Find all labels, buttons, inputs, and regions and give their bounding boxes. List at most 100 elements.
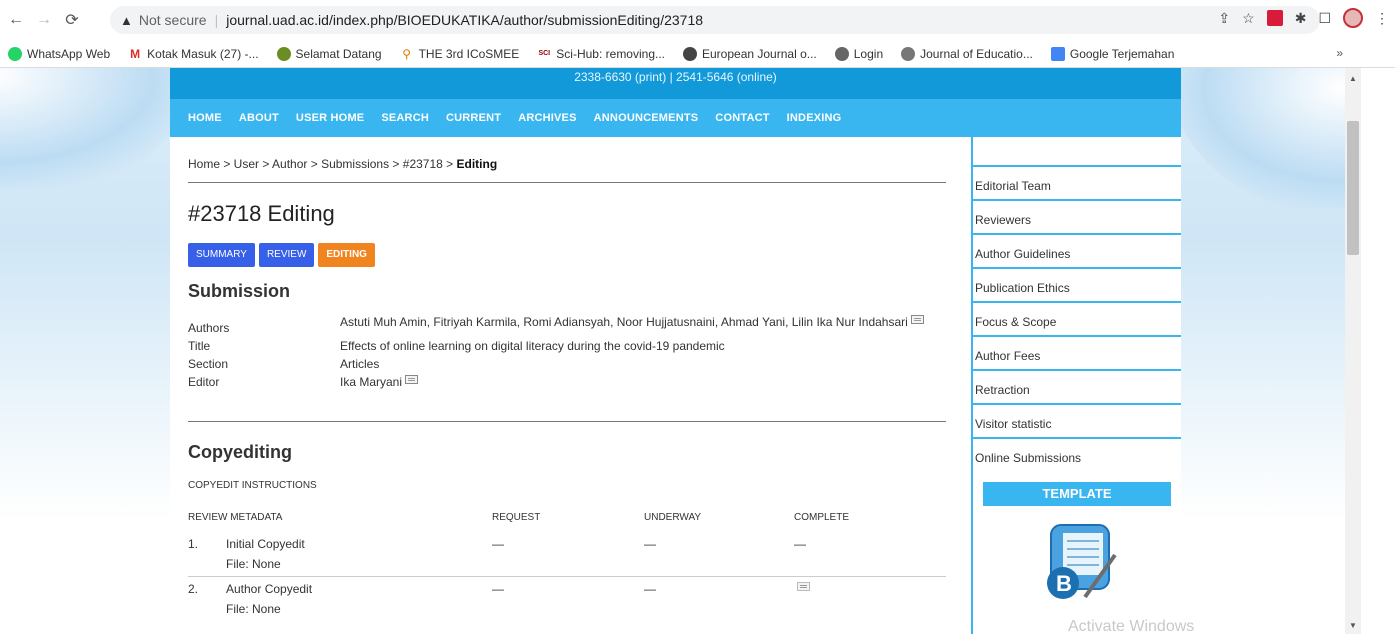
main-content: Home > User > Author > Submissions > #23… — [170, 137, 971, 634]
warning-icon: ▲ — [120, 12, 133, 28]
sidebar-item-author-guidelines[interactable]: Author Guidelines — [973, 235, 1181, 269]
bookmark-item[interactable]: Login — [834, 46, 883, 61]
issn-text: 2338-6630 (print) | 2541-5646 (online) — [574, 70, 777, 84]
journal-header: 2338-6630 (print) | 2541-5646 (online) — [170, 68, 1181, 99]
extension-red-icon[interactable] — [1266, 10, 1283, 26]
nav-home[interactable]: HOME — [188, 112, 222, 124]
sidebar-item-author-fees[interactable]: Author Fees — [973, 337, 1181, 371]
section-value: Articles — [340, 357, 380, 371]
bookmark-item[interactable]: Journal of Educatio... — [901, 46, 1033, 61]
profile-avatar[interactable] — [1343, 8, 1363, 28]
security-warning: Not secure — [138, 12, 207, 28]
copyediting-heading: Copyediting — [188, 442, 292, 462]
editor-value: Ika Maryani — [340, 375, 403, 389]
title-label: Title — [188, 339, 211, 353]
authors-label: Authors — [188, 321, 230, 335]
site-icon — [276, 46, 291, 61]
nav-indexing[interactable]: INDEXING — [787, 112, 842, 124]
review-metadata-link[interactable]: REVIEW METADATA — [188, 512, 492, 534]
file-info: File: None — [226, 557, 281, 571]
main-navigation: HOME ABOUT USER HOME SEARCH CURRENT ARCH… — [170, 99, 1181, 137]
mail-icon[interactable] — [405, 375, 419, 384]
tab-review[interactable]: REVIEW — [258, 243, 315, 267]
svg-text:B: B — [1056, 571, 1072, 596]
sidebar-item-focus-scope[interactable]: Focus & Scope — [973, 303, 1181, 337]
divider — [188, 576, 946, 577]
nav-contact[interactable]: CONTACT — [715, 112, 769, 124]
bookmarks-bar: WhatsApp Web M Kotak Masuk (27) -... Sela… — [0, 40, 1395, 68]
gmail-icon: M — [128, 46, 143, 61]
nav-about[interactable]: ABOUT — [239, 112, 279, 124]
site-icon: ⚲ — [399, 46, 414, 61]
browser-toolbar: ← → ⟳ ▲ Not secure | journal.uad.ac.id/i… — [0, 0, 1395, 40]
puzzle-icon[interactable]: ✱ — [1295, 10, 1307, 27]
breadcrumb[interactable]: Home > User > Author > Submissions > #23… — [188, 157, 497, 171]
nav-user-home[interactable]: USER HOME — [296, 112, 364, 124]
title-value: Effects of online learning on digital li… — [340, 339, 725, 353]
col-underway: UNDERWAY — [644, 512, 702, 523]
bookmark-item[interactable]: Selamat Datang — [276, 46, 382, 61]
bookmark-item[interactable]: Google Terjemahan — [1050, 46, 1174, 61]
table-row: 1. Initial Copyedit — — — — [188, 537, 806, 551]
address-bar[interactable]: ▲ Not secure | journal.uad.ac.id/index.p… — [110, 6, 1320, 34]
tab-editing[interactable]: EDITING — [318, 243, 375, 267]
site-icon — [901, 46, 916, 61]
whatsapp-icon — [8, 46, 22, 61]
editor-label: Editor — [188, 375, 220, 389]
star-icon[interactable]: ☆ — [1242, 10, 1255, 27]
bookmark-item[interactable]: SCI Sci-Hub: removing... — [537, 46, 665, 61]
divider — [188, 421, 946, 422]
menu-dots-icon[interactable]: ⋮ — [1375, 10, 1389, 27]
section-label: Section — [188, 357, 229, 371]
mail-icon[interactable] — [797, 582, 810, 591]
sidebar-item-online-submissions[interactable]: Online Submissions — [973, 439, 1181, 473]
template-heading: TEMPLATE — [983, 482, 1171, 506]
nav-announcements[interactable]: ANNOUNCEMENTS — [594, 112, 699, 124]
sidebar-item-visitor-statistic[interactable]: Visitor statistic — [973, 405, 1181, 439]
bookmark-item[interactable]: European Journal o... — [683, 46, 817, 61]
sidepanel-icon[interactable]: ☐ — [1318, 10, 1331, 27]
forward-arrow-icon[interactable]: → — [32, 8, 56, 32]
extension-area: ⇪ ☆ ✱ ☐ ⋮ — [1218, 8, 1389, 28]
nav-search[interactable]: SEARCH — [381, 112, 429, 124]
nav-current[interactable]: CURRENT — [446, 112, 501, 124]
tab-summary[interactable]: SUMMARY — [188, 243, 255, 267]
reload-icon[interactable]: ⟳ — [60, 8, 84, 32]
scihub-icon: SCI — [537, 46, 552, 61]
mail-icon[interactable] — [910, 315, 924, 324]
background-swoosh — [1165, 68, 1345, 208]
page-viewport: 2338-6630 (print) | 2541-5646 (online) H… — [0, 68, 1345, 634]
page-scrollbar[interactable]: ▲ ▼ — [1345, 68, 1361, 634]
authors-value: Astuti Muh Amin, Fitriyah Karmila, Romi … — [340, 315, 908, 329]
globe-icon — [683, 46, 697, 61]
col-complete: COMPLETE — [794, 512, 850, 523]
table-row: 2. Author Copyedit — — — [188, 579, 946, 599]
sidebar-item-publication-ethics[interactable]: Publication Ethics — [973, 269, 1181, 303]
bookmarks-more[interactable]: » — [1336, 46, 1343, 60]
sidebar: Editorial Team Reviewers Author Guidelin… — [971, 137, 1181, 634]
sidebar-item-reviewers[interactable]: Reviewers — [973, 201, 1181, 235]
col-request: REQUEST — [492, 512, 541, 523]
share-icon[interactable]: ⇪ — [1218, 10, 1230, 27]
file-info: File: None — [226, 602, 281, 616]
url-text: journal.uad.ac.id/index.php/BIOEDUKATIKA… — [226, 12, 704, 28]
tab-bar: SUMMARY REVIEW EDITING — [188, 243, 375, 267]
copyedit-instructions-link[interactable]: COPYEDIT INSTRUCTIONS — [188, 480, 317, 491]
copyedit-table: REVIEW METADATA REQUEST UNDERWAY COMPLET… — [188, 512, 946, 619]
bookmark-item[interactable]: WhatsApp Web — [8, 46, 110, 61]
template-document-icon[interactable]: B — [1033, 517, 1123, 607]
submission-heading: Submission — [188, 281, 291, 301]
bookmark-item[interactable]: M Kotak Masuk (27) -... — [128, 46, 259, 61]
nav-archives[interactable]: ARCHIVES — [518, 112, 576, 124]
sidebar-item-editorial-team[interactable]: Editorial Team — [973, 167, 1181, 201]
site-icon — [834, 46, 849, 61]
scrollbar-thumb[interactable] — [1347, 121, 1359, 255]
divider — [188, 182, 946, 183]
bookmark-item[interactable]: ⚲ THE 3rd ICoSMEE — [399, 46, 519, 61]
scroll-up-arrow-icon[interactable]: ▲ — [1349, 74, 1357, 83]
scroll-down-arrow-icon[interactable]: ▼ — [1349, 621, 1357, 630]
sidebar-item-retraction[interactable]: Retraction — [973, 371, 1181, 405]
back-arrow-icon[interactable]: ← — [4, 8, 28, 32]
windows-watermark: Activate Windows — [1068, 618, 1195, 634]
translate-icon — [1050, 46, 1065, 61]
